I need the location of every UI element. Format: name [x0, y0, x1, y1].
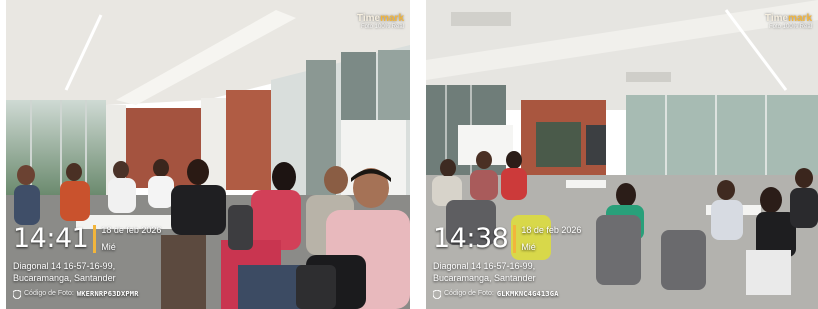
stamp-photo-code: Código de Foto: GLKMKNC4G413GA [433, 289, 581, 299]
photo-meeting-left: Timemark Foto 100% Real 14:41 18 de feb … [6, 0, 410, 309]
stamp-address: Diagonal 14 16-57-16-99, Bucaramanga, Sa… [13, 260, 161, 284]
stamp-address-line1: Diagonal 14 16-57-16-99, [13, 261, 116, 271]
timemark-subtitle: Foto 100% Real [360, 24, 404, 30]
stamp-address-line1: Diagonal 14 16-57-16-99, [433, 261, 536, 271]
stamp-date: 18 de feb 2026 [101, 225, 162, 235]
shield-icon [13, 289, 21, 299]
stamp-divider [513, 225, 517, 253]
photo-code-label: Código de Foto: [24, 290, 74, 297]
photo-stamp: 14:41 18 de feb 2026 Mié Diagonal 14 16-… [13, 224, 161, 299]
shield-icon [433, 289, 441, 299]
stamp-divider [93, 225, 97, 253]
photo-stamp: 14:38 18 de feb 2026 Mié Diagonal 14 16-… [433, 224, 581, 299]
photo-code-value: GLKMKNC4G413GA [496, 290, 559, 298]
timemark-watermark: Timemark Foto 100% Real [765, 13, 812, 31]
stamp-time: 14:41 [13, 223, 89, 254]
stamp-address-line2: Bucaramanga, Santander [433, 273, 536, 283]
stamp-photo-code: Código de Foto: WKERNRP63DXPMR [13, 289, 161, 299]
photo-meeting-right: Timemark Foto 100% Real 14:38 18 de feb … [426, 0, 818, 309]
stamp-weekday: Mié [521, 242, 536, 252]
stamp-address: Diagonal 14 16-57-16-99, Bucaramanga, Sa… [433, 260, 581, 284]
timemark-logo: Timemark [764, 13, 812, 24]
stamp-weekday: Mié [101, 242, 116, 252]
stamp-date: 18 de feb 2026 [521, 225, 582, 235]
stamp-time: 14:38 [433, 223, 509, 254]
timemark-watermark: Timemark Foto 100% Real [357, 13, 404, 31]
photo-code-value: WKERNRP63DXPMR [76, 290, 139, 298]
photo-code-label: Código de Foto: [444, 290, 494, 297]
timemark-logo: Timemark [356, 13, 404, 24]
timemark-subtitle: Foto 100% Real [768, 24, 812, 30]
stamp-address-line2: Bucaramanga, Santander [13, 273, 116, 283]
